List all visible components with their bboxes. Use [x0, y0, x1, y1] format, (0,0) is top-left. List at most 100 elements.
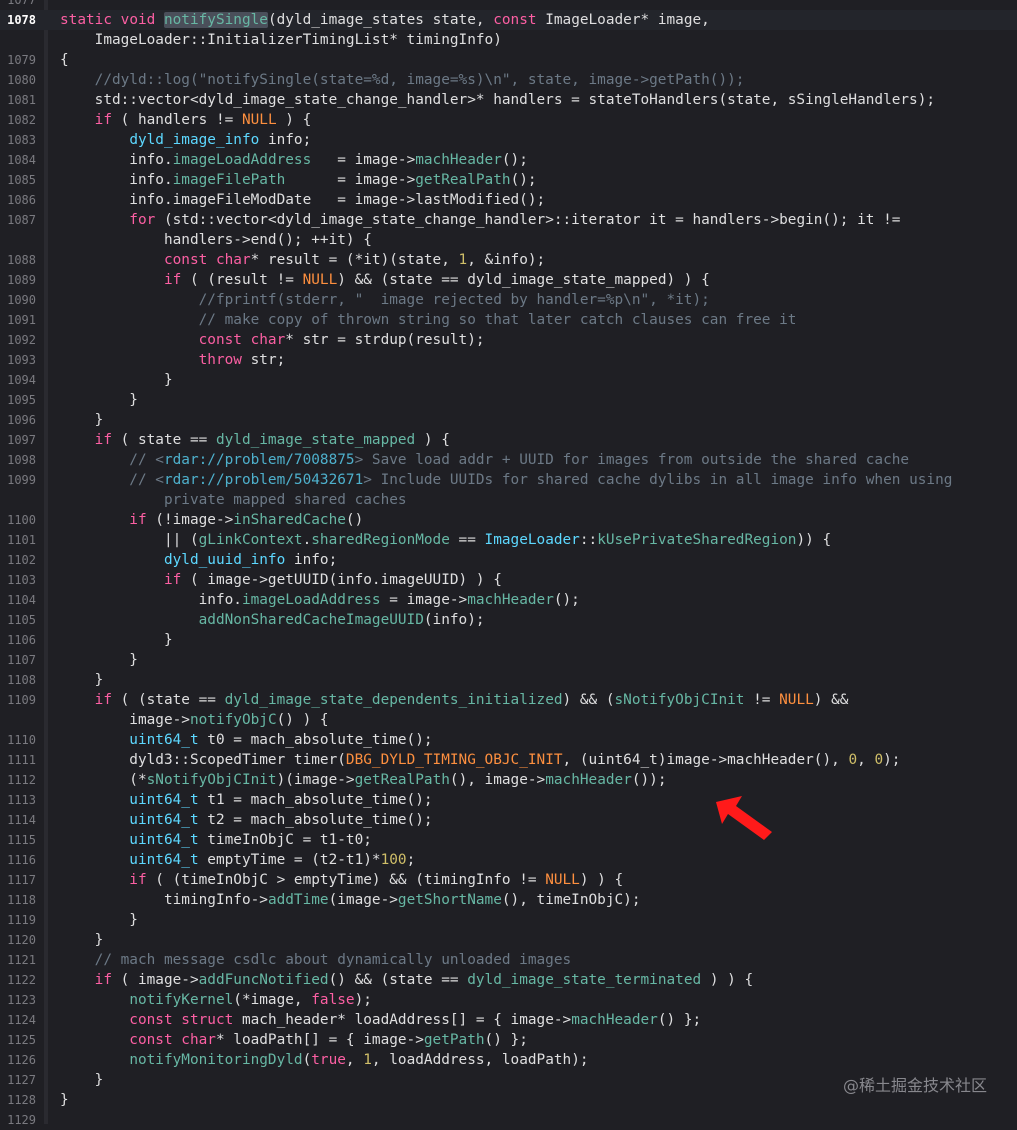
code-token: imageLoadAddress: [241, 592, 381, 608]
code-text: (*sNotifyObjCInit)(image->getRealPath(),…: [60, 770, 666, 790]
line-number: 1084: [7, 153, 36, 167]
code-line[interactable]: 1111 dyld3::ScopedTimer timer(DBG_DYLD_T…: [0, 750, 1017, 770]
code-line[interactable]: 1087 for (std::vector<dyld_image_state_c…: [0, 210, 1017, 230]
code-text: throw str;: [60, 350, 286, 370]
code-line[interactable]: 1093 throw str;: [0, 350, 1017, 370]
code-line[interactable]: 1082 if ( handlers != NULL ) {: [0, 110, 1017, 130]
code-line[interactable]: private mapped shared caches: [0, 490, 1017, 510]
code-token: if: [60, 572, 182, 588]
code-line[interactable]: 1101 || (gLinkContext.sharedRegionMode =…: [0, 530, 1017, 550]
code-token: || (: [60, 532, 199, 548]
code-token: ) &&: [813, 692, 849, 708]
code-line[interactable]: 1090 //fprintf(stderr, " image rejected …: [0, 290, 1017, 310]
code-line[interactable]: 1117 if ( (timeInObjC > emptyTime) && (t…: [0, 870, 1017, 890]
code-line[interactable]: 1102 dyld_uuid_info info;: [0, 550, 1017, 570]
code-line[interactable]: 1114 uint64_t t2 = mach_absolute_time();: [0, 810, 1017, 830]
code-token: * loadPath[] = { image->: [215, 1032, 424, 1048]
code-line[interactable]: 1079 {: [0, 50, 1017, 70]
line-number: 1111: [7, 753, 36, 767]
code-line[interactable]: 1108 }: [0, 670, 1017, 690]
code-line[interactable]: 1086 info.imageFileModDate = image->last…: [0, 190, 1017, 210]
code-token: ImageLoader* image,: [545, 12, 710, 28]
code-text: static void notifySingle(dyld_image_stat…: [60, 10, 710, 30]
code-line[interactable]: 1094 }: [0, 370, 1017, 390]
code-line[interactable]: 1100 if (!image->inSharedCache(): [0, 510, 1017, 530]
code-token: = image->: [380, 592, 468, 608]
code-token: const: [493, 12, 546, 28]
code-token: sNotifyObjCInit: [614, 692, 745, 708]
code-text: dyld_uuid_info info;: [60, 550, 337, 570]
code-line[interactable]: 1109 if ( (state == dyld_image_state_dep…: [0, 690, 1017, 710]
line-number: 1101: [7, 533, 36, 547]
code-line[interactable]: 1121 // mach message csdlc about dynamic…: [0, 950, 1017, 970]
code-token: // <: [60, 452, 164, 468]
code-token: }: [60, 1072, 104, 1088]
code-token: if: [60, 272, 182, 288]
code-token: () && (state ==: [328, 972, 468, 988]
code-token: dyld_image_state_terminated: [467, 972, 702, 988]
code-text: }: [60, 930, 104, 950]
code-line[interactable]: 1105 addNonSharedCacheImageUUID(info);: [0, 610, 1017, 630]
code-line[interactable]: 1095 }: [0, 390, 1017, 410]
code-line[interactable]: 1088 const char* result = (*it)(state, 1…: [0, 250, 1017, 270]
code-line[interactable]: 1123 notifyKernel(*image, false);: [0, 990, 1017, 1010]
code-token: ,: [345, 1052, 364, 1068]
code-line[interactable]: 1115 uint64_t timeInObjC = t1-t0;: [0, 830, 1017, 850]
code-token: machHeader: [571, 1012, 658, 1028]
code-line[interactable]: 1083 dyld_image_info info;: [0, 130, 1017, 150]
code-line[interactable]: 1113 uint64_t t1 = mach_absolute_time();: [0, 790, 1017, 810]
code-line[interactable]: 1091 // make copy of thrown string so th…: [0, 310, 1017, 330]
code-token: ) && (: [562, 692, 615, 708]
code-token: handlers->end(); ++it) {: [60, 232, 372, 248]
code-line[interactable]: image->notifyObjC() ) {: [0, 710, 1017, 730]
code-line[interactable]: 1092 const char* str = strdup(result);: [0, 330, 1017, 350]
code-line[interactable]: 1112 (*sNotifyObjCInit)(image->getRealPa…: [0, 770, 1017, 790]
code-line[interactable]: 1107 }: [0, 650, 1017, 670]
code-token: str;: [241, 352, 286, 368]
code-line[interactable]: 1129: [0, 1110, 1017, 1130]
code-line[interactable]: 1098 // <rdar://problem/7008875> Save lo…: [0, 450, 1017, 470]
code-editor[interactable]: 1077 1078 static void notifySingle(dyld_im…: [0, 0, 1017, 1127]
code-line[interactable]: 1081 std::vector<dyld_image_state_change…: [0, 90, 1017, 110]
line-number: 1092: [7, 333, 36, 347]
code-token: info.imageFileModDate = image->lastModif…: [60, 192, 546, 208]
code-line[interactable]: 1084 info.imageLoadAddress = image->mach…: [0, 150, 1017, 170]
code-line[interactable]: 1085 info.imageFilePath = image->getReal…: [0, 170, 1017, 190]
code-token: ) ) {: [579, 872, 624, 888]
line-number: 1097: [7, 433, 36, 447]
code-text: const char* str = strdup(result);: [60, 330, 485, 350]
code-line[interactable]: handlers->end(); ++it) {: [0, 230, 1017, 250]
code-token: ==: [449, 532, 485, 548]
code-line[interactable]: 1078 static void notifySingle(dyld_image_…: [0, 10, 1017, 30]
code-token: }: [60, 912, 138, 928]
code-line[interactable]: 1116 uint64_t emptyTime = (t2-t1)*100;: [0, 850, 1017, 870]
code-token: )): [796, 532, 814, 548]
code-line[interactable]: 1077: [0, 0, 1017, 10]
line-number: 1099: [7, 473, 36, 487]
code-line[interactable]: 1118 timingInfo->addTime(image->getShort…: [0, 890, 1017, 910]
code-token: t2 = mach_absolute_time();: [198, 812, 433, 828]
code-line[interactable]: 1103 if ( image->getUUID(info.imageUUID)…: [0, 570, 1017, 590]
code-line[interactable]: 1126 notifyMonitoringDyld(true, 1, loadA…: [0, 1050, 1017, 1070]
code-line[interactable]: 1120 }: [0, 930, 1017, 950]
code-token: info.: [60, 172, 173, 188]
code-line[interactable]: 1097 if ( state == dyld_image_state_mapp…: [0, 430, 1017, 450]
code-line[interactable]: 1110 uint64_t t0 = mach_absolute_time();: [0, 730, 1017, 750]
code-line[interactable]: 1106 }: [0, 630, 1017, 650]
code-line[interactable]: ImageLoader::InitializerTimingList* timi…: [0, 30, 1017, 50]
code-line[interactable]: 1124 const struct mach_header* loadAddre…: [0, 1010, 1017, 1030]
code-line[interactable]: 1119 }: [0, 910, 1017, 930]
code-line[interactable]: 1122 if ( image->addFuncNotified() && (s…: [0, 970, 1017, 990]
code-line[interactable]: 1080 //dyld::log("notifySingle(state=%d,…: [0, 70, 1017, 90]
code-line[interactable]: 1104 info.imageLoadAddress = image->mach…: [0, 590, 1017, 610]
code-line[interactable]: 1125 const char* loadPath[] = { image->g…: [0, 1030, 1017, 1050]
code-text: const struct mach_header* loadAddress[] …: [60, 1010, 701, 1030]
code-token: mach_header* loadAddress[] = { image->: [241, 1012, 572, 1028]
code-token: //dyld::log("notifySingle(state=%d, imag…: [60, 72, 745, 88]
code-token: {: [813, 532, 832, 548]
code-line[interactable]: 1096 }: [0, 410, 1017, 430]
code-token: ) ) {: [701, 972, 754, 988]
code-line[interactable]: 1089 if ( (result != NULL) && (state == …: [0, 270, 1017, 290]
code-line[interactable]: 1099 // <rdar://problem/50432671> Includ…: [0, 470, 1017, 490]
